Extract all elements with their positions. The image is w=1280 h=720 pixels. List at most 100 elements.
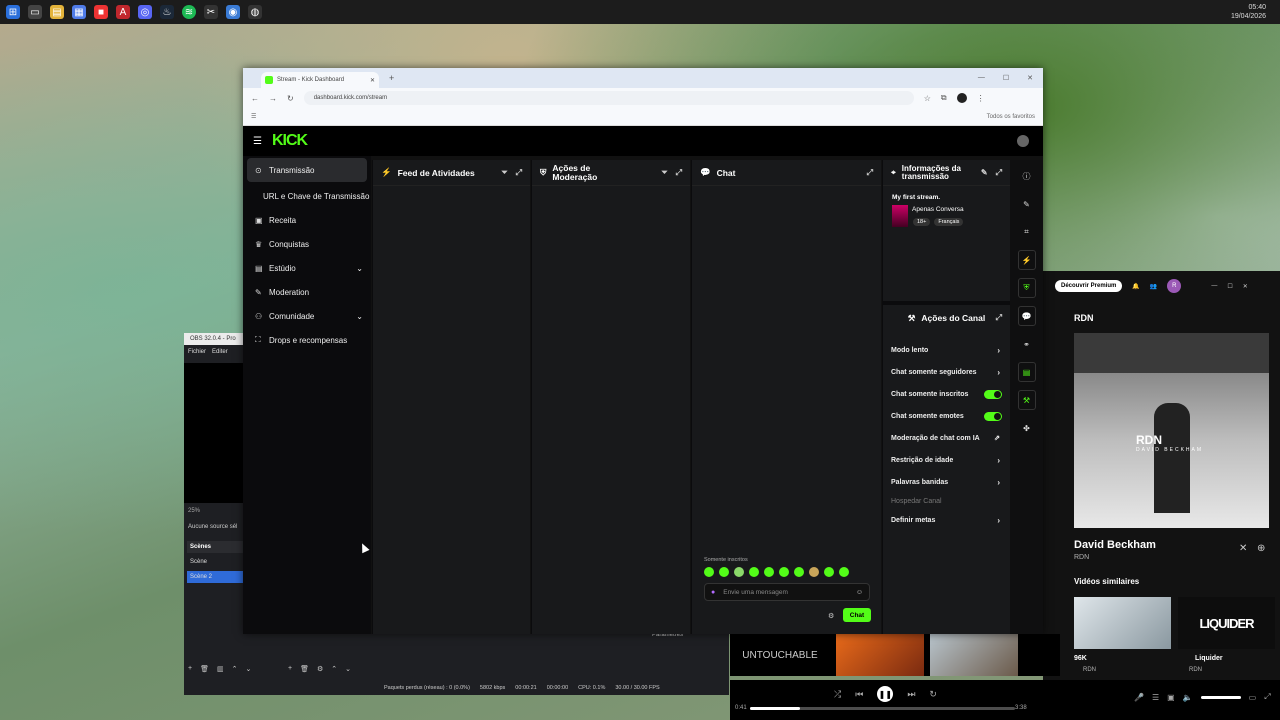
video-title[interactable]: 96K [1074, 655, 1087, 662]
reload-icon[interactable]: ↻ [287, 94, 294, 103]
send-chat-button[interactable]: Chat [843, 608, 871, 622]
pause-icon[interactable]: ❚❚ [877, 686, 894, 702]
emote-icon[interactable] [794, 567, 804, 577]
action-followers-only[interactable]: Chat somente seguidores › [883, 361, 1010, 383]
hamburger-icon[interactable]: ☰ [253, 136, 262, 147]
strip-title[interactable]: UNTOUCHABLE [730, 650, 830, 661]
close-tab-icon[interactable]: ✕ [370, 77, 375, 84]
user-avatar[interactable] [1017, 135, 1029, 147]
close-icon[interactable]: ✕ [1027, 74, 1033, 82]
popout-icon[interactable]: ⤢ [516, 168, 522, 178]
capcut-icon[interactable]: ✂ [204, 5, 218, 19]
obs-icon[interactable]: ◍ [248, 5, 262, 19]
info-icon[interactable]: ⓘ [1018, 166, 1036, 186]
sidebar-item-comunidade[interactable]: ⚇ Comunidade ⌄ [243, 304, 371, 328]
bell-icon[interactable]: 🔔 [1132, 283, 1139, 290]
clock[interactable]: 05:40 19/04/2026 [1231, 3, 1266, 21]
source-settings-icon[interactable]: ⚙ [317, 665, 323, 673]
all-bookmarks[interactable]: Todos os favoritos [987, 114, 1035, 120]
windows-start-icon[interactable]: ⊞ [6, 5, 20, 19]
back-icon[interactable]: ← [251, 94, 259, 103]
maximize-icon[interactable]: ☐ [1227, 283, 1232, 290]
popout-icon[interactable]: ⤢ [996, 313, 1002, 323]
action-subs-only[interactable]: Chat somente inscritos [883, 383, 1010, 405]
sidebar-item-conquistas[interactable]: ♛ Conquistas [243, 232, 371, 256]
action-banned-words[interactable]: Palavras banidas › [883, 471, 1010, 493]
filter-icon[interactable]: ⏷ [661, 168, 667, 178]
add-widget-icon[interactable]: ✤ [1018, 418, 1036, 438]
add-source-icon[interactable]: + [288, 665, 292, 673]
device-icon[interactable]: ▣ [1167, 693, 1175, 702]
video-thumb[interactable]: LIQUIDER [1178, 597, 1275, 649]
mic-icon[interactable]: ● [711, 589, 715, 596]
close-icon[interactable]: ✕ [1243, 283, 1248, 290]
file-explorer-icon[interactable]: ▤ [50, 5, 64, 19]
video-title[interactable]: Liquider [1195, 655, 1223, 662]
action-ai-moderation[interactable]: Moderação de chat com IA ⇗ [883, 427, 1010, 449]
pencil-icon[interactable]: ✎ [1018, 194, 1036, 214]
calendar-icon[interactable]: ▦ [72, 5, 86, 19]
friends-icon[interactable]: 👥 [1150, 283, 1157, 290]
emote-icon[interactable] [719, 567, 729, 577]
scene-filter-icon[interactable]: ▥ [217, 665, 224, 673]
track-title[interactable]: David Beckham [1074, 539, 1156, 551]
move-up-icon[interactable]: ⌃ [232, 665, 238, 673]
previous-icon[interactable]: ⏮ [855, 689, 863, 700]
popout-icon[interactable]: ⤢ [676, 168, 682, 178]
adobe-icon[interactable]: A [116, 5, 130, 19]
emote-icon[interactable] [764, 567, 774, 577]
chrome-icon[interactable]: ◉ [226, 5, 240, 19]
apps-icon[interactable]: ☰ [251, 113, 256, 120]
action-set-goals[interactable]: Definir metas › [883, 509, 1010, 531]
sidebar-item-receita[interactable]: ▣ Receita [243, 208, 371, 232]
strip-thumb[interactable] [930, 634, 1018, 676]
popout-icon[interactable]: ⤢ [867, 168, 873, 178]
obs-zoom[interactable]: 25% [188, 508, 200, 514]
filter-icon[interactable]: ⏷ [501, 168, 507, 178]
avatar[interactable]: R [1167, 279, 1182, 293]
remove-scene-icon[interactable]: 🗑 [200, 665, 209, 673]
action-slow-mode[interactable]: Modo lento › [883, 339, 1010, 361]
emote-icon[interactable] [779, 567, 789, 577]
minimize-icon[interactable]: — [1211, 283, 1217, 289]
steam-icon[interactable]: ♨ [160, 5, 174, 19]
subs-only-toggle[interactable] [984, 389, 1002, 399]
miniplayer-icon[interactable]: ▭ [1249, 693, 1257, 702]
obs-menu-edit[interactable]: Editer [212, 349, 228, 359]
emoji-icon[interactable]: ☺ [856, 589, 863, 596]
crop-icon[interactable]: ⌗ [1018, 222, 1036, 242]
volume-slider[interactable] [1200, 695, 1241, 699]
emote-icon[interactable] [839, 567, 849, 577]
move-down-icon[interactable]: ⌄ [245, 665, 251, 673]
emote-icon[interactable] [734, 567, 744, 577]
kick-logo[interactable]: KICK [272, 132, 308, 150]
video-thumb[interactable] [1074, 597, 1171, 649]
star-icon[interactable]: ☆ [924, 94, 931, 103]
stream-info-icon[interactable]: ▤ [1017, 362, 1036, 382]
premium-button[interactable]: Découvrir Premium [1055, 280, 1123, 292]
artist-header[interactable]: RDN [1074, 313, 1094, 323]
menu-icon[interactable]: ⋮ [977, 94, 985, 103]
emote-icon[interactable] [704, 567, 714, 577]
close-panel-icon[interactable]: ✕ [1239, 543, 1247, 554]
new-tab-icon[interactable]: + [389, 73, 394, 83]
add-scene-icon[interactable]: + [188, 665, 192, 673]
forward-icon[interactable]: → [269, 94, 277, 103]
task-view-icon[interactable]: ▭ [28, 5, 42, 19]
strip-thumb[interactable] [836, 634, 924, 676]
progress-track[interactable] [750, 707, 1015, 710]
url-field[interactable]: dashboard.kick.com/stream [303, 91, 914, 105]
spotify-icon[interactable]: ≋ [182, 5, 196, 19]
action-emotes-only[interactable]: Chat somente emotes [883, 405, 1010, 427]
repeat-icon[interactable]: ↻ [929, 689, 937, 700]
emotes-only-toggle[interactable] [984, 411, 1002, 421]
extensions-icon[interactable]: ⧉ [941, 93, 947, 103]
volume-icon[interactable]: 🔈 [1183, 693, 1193, 702]
queue-icon[interactable]: ☰ [1152, 693, 1159, 702]
sidebar-item-moderation[interactable]: ✎ Moderation [243, 280, 371, 304]
remove-source-icon[interactable]: 🗑 [300, 665, 309, 673]
tools-icon[interactable]: ⚒ [1017, 390, 1036, 410]
chat-input[interactable]: ● Envie uma mensagem ☺ [704, 583, 870, 601]
emote-icon[interactable] [824, 567, 834, 577]
popout-icon[interactable]: ⤢ [996, 168, 1002, 178]
